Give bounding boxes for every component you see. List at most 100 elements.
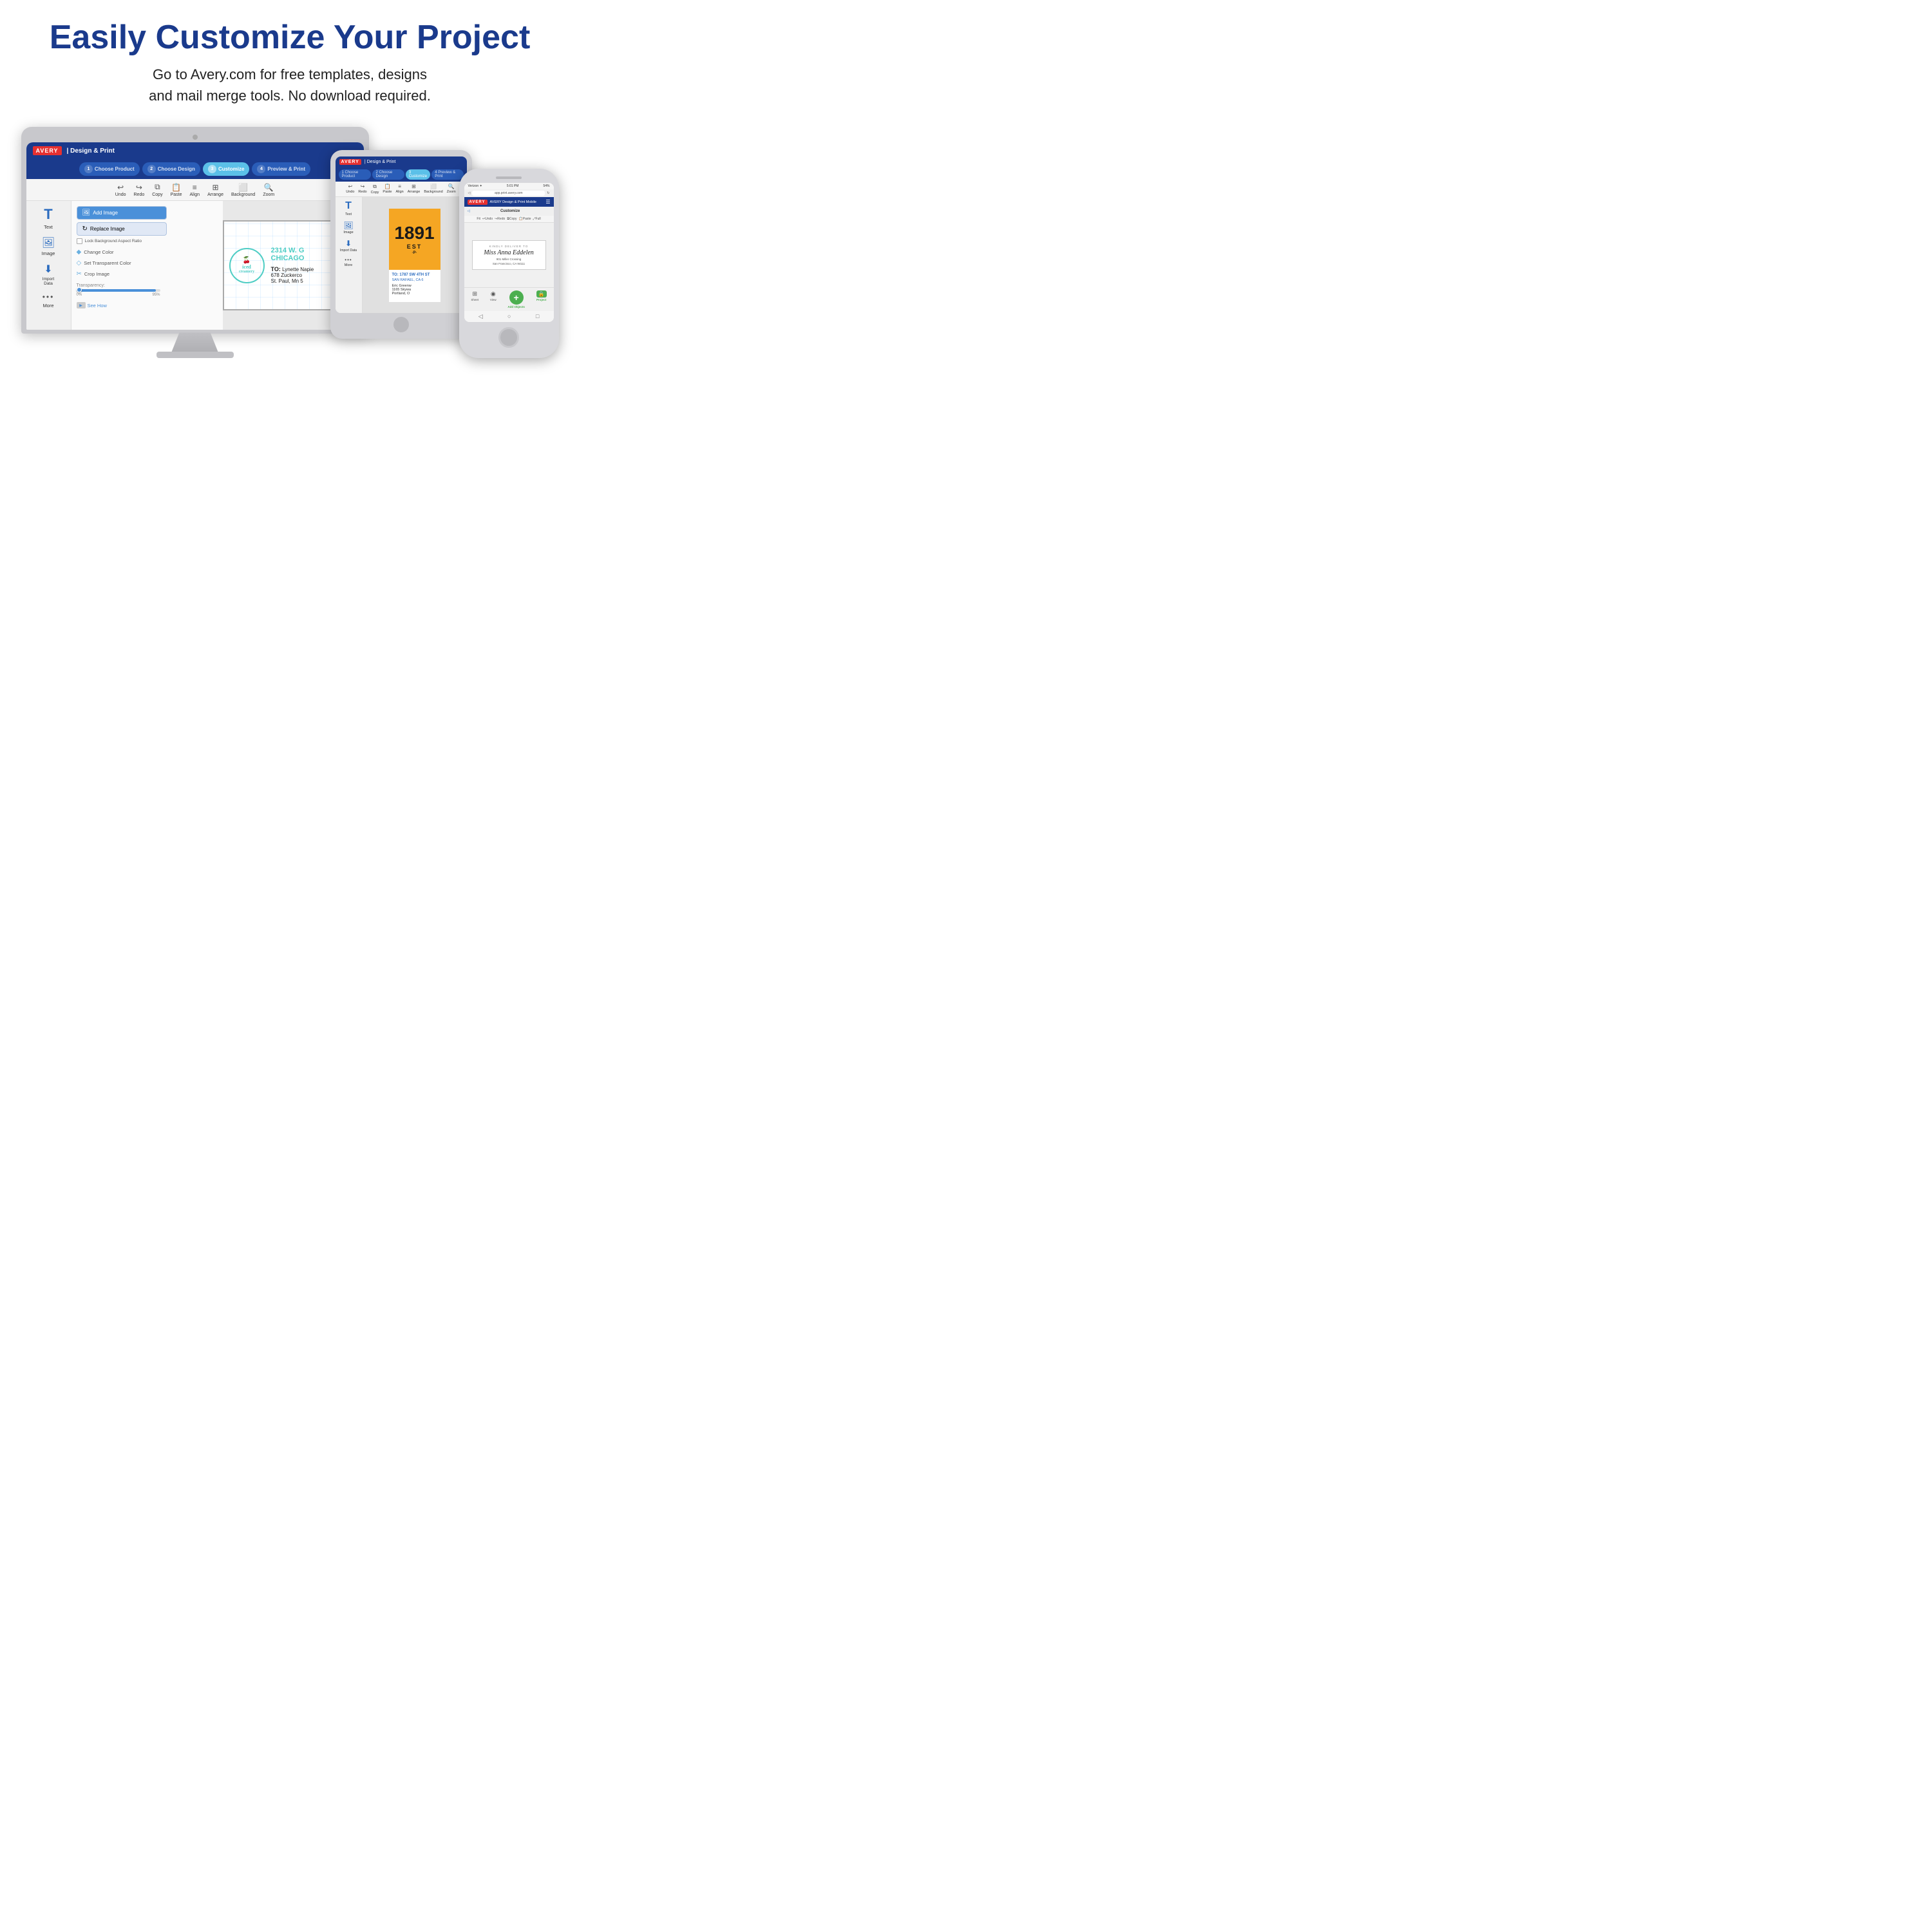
transparency-slider[interactable]: [77, 289, 160, 292]
phone-paste2[interactable]: 📋Paste: [519, 217, 531, 221]
tablet-text-tool[interactable]: T Text: [345, 200, 352, 216]
step-1-label: Choose Product: [95, 166, 135, 172]
back-nav-icon[interactable]: ◁: [478, 313, 483, 320]
tool-copy[interactable]: ⧉ Copy: [152, 182, 162, 197]
phone-customize-bar: Customize: [499, 208, 521, 214]
home-nav-icon[interactable]: ○: [507, 313, 511, 320]
phone-home-button[interactable]: [498, 327, 519, 348]
step-customize[interactable]: 3 Customize: [203, 162, 249, 176]
phone-status-bar: Verizon ✦ 5:01 PM 54%: [464, 183, 554, 189]
label-address-section: 2314 W. G CHICAGO TO: Lynette Napie 678 …: [271, 247, 314, 284]
tool-arrange[interactable]: ⊞ Arrange: [207, 183, 223, 197]
recents-nav-icon[interactable]: □: [536, 313, 539, 320]
phone-full[interactable]: ⤢Full: [533, 217, 541, 221]
monitor-stand: [169, 332, 221, 352]
slider-handle: [77, 287, 82, 292]
tablet-zoom-icon: 🔍: [448, 184, 455, 189]
lock-aspect-row[interactable]: Lock Background Aspect Ratio: [77, 238, 218, 244]
copy-icon: ⧉: [155, 182, 160, 192]
tablet-more-tool[interactable]: ••• More: [345, 257, 353, 267]
change-color-label: Change Color: [84, 249, 113, 255]
tool-background[interactable]: ⬜ Background: [231, 183, 255, 197]
tab-step-2[interactable]: 2 Choose Design: [372, 169, 404, 180]
tool-paste[interactable]: 📋 Paste: [171, 183, 182, 197]
hamburger-icon[interactable]: ☰: [545, 199, 550, 205]
project-icon: 🔒: [536, 290, 547, 298]
sidebar-import-label: ImportData: [43, 277, 54, 286]
desktop-app-header: AVERY | Design & Print: [26, 142, 364, 159]
crop-image-button[interactable]: ✂ Crop Image: [77, 269, 218, 279]
tablet-image-icon: 🖼: [343, 221, 353, 230]
background-icon: ⬜: [238, 183, 248, 192]
phone-view-btn[interactable]: ◉ View: [490, 290, 497, 308]
monitor-base: [156, 352, 234, 358]
lock-aspect-checkbox[interactable]: [77, 238, 82, 244]
phone-undo[interactable]: ↩Undo: [482, 217, 493, 221]
sidebar-image-label: Image: [42, 251, 55, 256]
tablet-sidebar: T Text 🖼 Image ⬇ Import Data: [336, 197, 363, 313]
image-panel: 🖼 Add Image ↻ Replace Image Lock Backgro: [71, 201, 223, 330]
image-sidebar-icon: 🖼: [42, 236, 55, 249]
tablet-content: 1891 EST ·P· TO: 1787 SW 4TH ST SA: [363, 197, 467, 313]
tablet-to-label: TO: 1787 SW 4TH ST: [392, 273, 437, 277]
tab-step-1[interactable]: 1 Choose Product: [339, 169, 372, 180]
tool-undo[interactable]: ↩ Undo: [115, 183, 126, 197]
phone-label-card: KINDLY DELIVER TO Miss Anna Eddelen 901 …: [472, 240, 546, 270]
tablet-copy[interactable]: ⧉Copy: [371, 184, 379, 194]
tablet-background[interactable]: ⬜Background: [424, 184, 442, 194]
add-image-button[interactable]: 🖼 Add Image: [77, 206, 167, 220]
sidebar-more[interactable]: ••• More: [43, 292, 55, 308]
monitor-screen-outer: AVERY | Design & Print 1 Choose Product …: [21, 127, 369, 334]
tablet-zoom[interactable]: 🔍Zoom: [447, 184, 456, 194]
paste-icon: 📋: [171, 183, 181, 192]
sidebar-more-label: More: [43, 303, 53, 308]
steps-bar: 1 Choose Product 2 Choose Design 3 Custo…: [26, 159, 364, 179]
phone-back-btn[interactable]: ◁: [468, 209, 470, 213]
phone-project-btn[interactable]: 🔒 Project: [536, 290, 547, 308]
step-2-num: 2: [147, 165, 156, 173]
tool-paste-label: Paste: [171, 193, 182, 197]
tablet-import-tool[interactable]: ⬇ Import Data: [340, 239, 357, 252]
step-choose-design[interactable]: 2 Choose Design: [142, 162, 200, 176]
tablet-undo[interactable]: ↩Undo: [346, 184, 354, 194]
tablet-app-header: AVERY | Design & Print: [336, 156, 467, 167]
tab-step-3[interactable]: 3 Customize: [406, 169, 430, 180]
cherry-icon: 🍒: [243, 257, 251, 264]
phone-nav-bar: ◁ Customize: [464, 207, 554, 216]
phone-sheet-btn[interactable]: ⊞ Sheet: [471, 290, 478, 308]
tablet-redo[interactable]: ↪Redo: [358, 184, 366, 194]
sidebar-import[interactable]: ⬇ ImportData: [43, 263, 54, 286]
change-color-button[interactable]: ◆ Change Color: [77, 247, 218, 258]
tablet-paste[interactable]: 📋Paste: [383, 184, 392, 194]
tablet-label-preview: 1891 EST ·P·: [389, 209, 440, 270]
sheet-icon: ⊞: [472, 290, 477, 298]
phone-avery-header: AVERY AVERY Design & Print Mobile ☰: [464, 197, 554, 207]
phone-redo[interactable]: ↪Redo: [495, 217, 505, 221]
phone-fit[interactable]: Fit: [477, 217, 480, 221]
phone-copy2[interactable]: ⧉Copy: [507, 217, 516, 221]
tablet-home-button[interactable]: [393, 317, 409, 332]
tablet-avery-logo: AVERY: [339, 159, 361, 165]
step-choose-product[interactable]: 1 Choose Product: [79, 162, 140, 176]
replace-image-button[interactable]: ↻ Replace Image: [77, 222, 167, 236]
tool-zoom[interactable]: 🔍 Zoom: [263, 183, 274, 197]
step-preview-print[interactable]: 4 Preview & Print: [252, 162, 310, 176]
tablet-align[interactable]: ≡Align: [396, 184, 404, 194]
tool-align[interactable]: ≡ Align: [189, 183, 200, 197]
tablet-label-sub: ·P·: [412, 251, 417, 255]
set-transparent-button[interactable]: ◇ Set Transparent Color: [77, 258, 218, 269]
sidebar-text[interactable]: T Text: [44, 206, 53, 230]
tablet-image-tool[interactable]: 🖼 Image: [343, 221, 353, 234]
crop-label: Crop Image: [84, 271, 109, 277]
tablet-more-label: More: [345, 263, 353, 267]
sidebar-image[interactable]: 🖼 Image: [42, 236, 55, 256]
see-how-button[interactable]: ▶ See How: [77, 302, 218, 308]
tool-redo[interactable]: ↪ Redo: [134, 183, 145, 197]
step-4-label: Preview & Print: [267, 166, 305, 172]
creamery-text: creamery: [239, 270, 254, 274]
tablet-label-est: EST: [407, 243, 422, 250]
tablet-arrange[interactable]: ⊞Arrange: [408, 184, 421, 194]
phone-screen: Verizon ✦ 5:01 PM 54% ◁ app.print.avery.…: [464, 183, 554, 322]
phone-device: Verizon ✦ 5:01 PM 54% ◁ app.print.avery.…: [459, 169, 559, 358]
phone-add-objects-btn[interactable]: + Add Objects: [507, 290, 525, 308]
